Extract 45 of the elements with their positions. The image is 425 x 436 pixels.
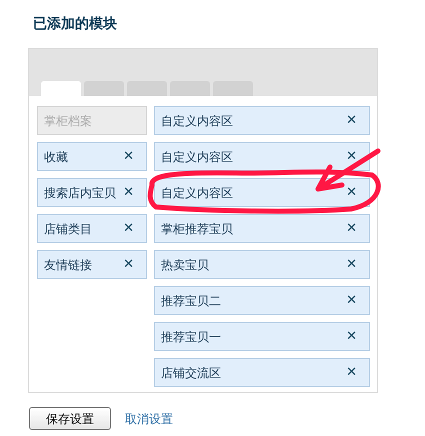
module-label: 店铺类目: [44, 220, 92, 238]
tab[interactable]: [213, 81, 253, 96]
remove-button[interactable]: ✕: [123, 258, 134, 271]
remove-button[interactable]: ✕: [346, 366, 357, 379]
module-item[interactable]: 自定义内容区 ✕: [154, 178, 370, 207]
tab[interactable]: [41, 81, 81, 96]
module-item[interactable]: 推荐宝贝二 ✕: [154, 286, 370, 315]
module-item[interactable]: 掌柜推荐宝贝 ✕: [154, 214, 370, 243]
remove-button[interactable]: ✕: [123, 186, 134, 199]
remove-button[interactable]: ✕: [123, 150, 134, 163]
module-item[interactable]: 自定义内容区 ✕: [154, 142, 370, 171]
remove-button[interactable]: ✕: [346, 294, 357, 307]
remove-button[interactable]: ✕: [346, 186, 357, 199]
tab[interactable]: [170, 81, 210, 96]
remove-button[interactable]: ✕: [123, 222, 134, 235]
module-label: 掌柜推荐宝贝: [161, 220, 233, 238]
remove-button[interactable]: ✕: [346, 258, 357, 271]
tab[interactable]: [127, 81, 167, 96]
module-label: 推荐宝贝一: [161, 328, 221, 346]
module-item[interactable]: 店铺交流区 ✕: [154, 358, 370, 387]
module-label: 掌柜档案: [44, 112, 92, 130]
module-label: 热卖宝贝: [161, 256, 209, 274]
module-label: 搜索店内宝贝: [44, 184, 116, 202]
module-label: 自定义内容区: [161, 148, 233, 166]
remove-button[interactable]: ✕: [346, 114, 357, 127]
module-label: 友情链接: [44, 256, 92, 274]
remove-button[interactable]: ✕: [346, 222, 357, 235]
module-item[interactable]: 店铺类目 ✕: [37, 214, 147, 243]
module-item[interactable]: 友情链接 ✕: [37, 250, 147, 279]
module-label: 推荐宝贝二: [161, 292, 221, 310]
section-title: 已添加的模块: [33, 15, 118, 34]
module-label: 自定义内容区: [161, 112, 233, 130]
module-item[interactable]: 自定义内容区 ✕: [154, 106, 370, 135]
remove-button[interactable]: ✕: [346, 150, 357, 163]
tab[interactable]: [84, 81, 124, 96]
module-label: 自定义内容区: [161, 184, 233, 202]
module-item[interactable]: 搜索店内宝贝 ✕: [37, 178, 147, 207]
module-item[interactable]: 推荐宝贝一 ✕: [154, 322, 370, 351]
save-button[interactable]: 保存设置: [29, 407, 111, 430]
module-item[interactable]: 热卖宝贝 ✕: [154, 250, 370, 279]
remove-button[interactable]: ✕: [346, 330, 357, 343]
module-item[interactable]: 收藏 ✕: [37, 142, 147, 171]
module-label: 收藏: [44, 148, 68, 166]
module-label: 店铺交流区: [161, 364, 221, 382]
cancel-link[interactable]: 取消设置: [125, 410, 173, 428]
